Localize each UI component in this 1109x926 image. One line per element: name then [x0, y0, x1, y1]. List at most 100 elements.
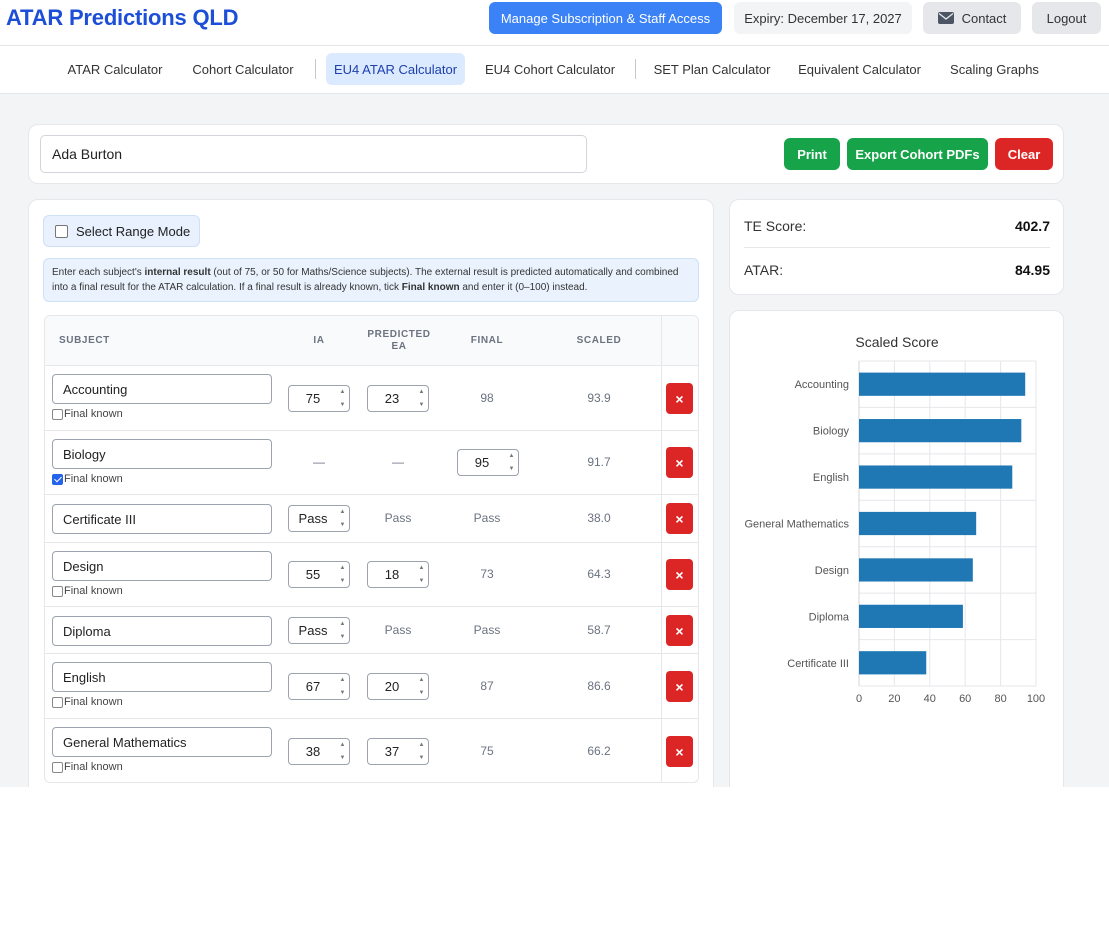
chevron-up-icon[interactable]: ▲ — [340, 388, 346, 396]
envelope-icon — [937, 12, 954, 24]
range-mode-checkbox[interactable] — [55, 224, 68, 238]
chevron-up-icon[interactable]: ▲ — [419, 741, 425, 749]
contact-button[interactable]: Contact — [923, 2, 1021, 34]
final-known-toggle[interactable]: Final known — [52, 696, 123, 708]
delete-row-button[interactable]: × — [666, 503, 693, 534]
subject-input[interactable]: Biology — [52, 439, 272, 469]
student-name-input[interactable]: Ada Burton — [40, 135, 587, 173]
tab-cohort-calculator[interactable]: Cohort Calculator — [181, 53, 305, 85]
range-mode-toggle[interactable]: Select Range Mode — [43, 215, 200, 247]
tab-equivalent-calculator[interactable]: Equivalent Calculator — [788, 53, 931, 85]
bar — [859, 558, 973, 582]
final-known-toggle[interactable]: Final known — [52, 585, 123, 597]
delete-row-button[interactable]: × — [666, 615, 693, 646]
subject-input[interactable]: Design — [52, 551, 272, 581]
subjects-table: SUBJECT IA PREDICTED EA FINAL SCALED Acc… — [44, 315, 699, 783]
chevron-up-icon[interactable]: ▲ — [340, 620, 346, 628]
final-value: Pass — [473, 623, 501, 637]
info-text: and enter it (0–100) instead. — [459, 282, 588, 293]
final-known-checkbox[interactable] — [52, 761, 63, 773]
chevron-down-icon[interactable]: ▼ — [340, 689, 346, 697]
predicted-ea-input[interactable]: 18 ▲ ▼ — [367, 561, 429, 588]
chevron-down-icon[interactable]: ▼ — [419, 689, 425, 697]
chevron-down-icon[interactable]: ▼ — [340, 577, 346, 585]
chevron-up-icon[interactable]: ▲ — [340, 508, 346, 516]
stepper-arrows-icon[interactable]: ▲ ▼ — [507, 452, 516, 473]
subject-input[interactable]: Accounting — [52, 374, 272, 404]
ia-input[interactable]: 75 ▲ ▼ — [288, 385, 350, 412]
chevron-up-icon[interactable]: ▲ — [509, 452, 515, 460]
ia-input-value: Pass — [298, 511, 328, 526]
predicted-ea-input[interactable]: 23 ▲ ▼ — [367, 385, 429, 412]
predicted-ea-input[interactable]: 37 ▲ ▼ — [367, 738, 429, 765]
chevron-up-icon[interactable]: ▲ — [419, 564, 425, 572]
ia-input[interactable]: 38 ▲ ▼ — [288, 738, 350, 765]
chevron-up-icon[interactable]: ▲ — [340, 564, 346, 572]
print-button[interactable]: Print — [784, 138, 840, 170]
ia-input[interactable]: Pass ▲ ▼ — [288, 617, 350, 644]
final-known-checkbox[interactable] — [52, 473, 63, 485]
final-known-checkbox[interactable] — [52, 696, 63, 708]
final-known-checkbox[interactable] — [52, 585, 63, 597]
delete-row-button[interactable]: × — [666, 559, 693, 590]
stepper-arrows-icon[interactable]: ▲ ▼ — [338, 620, 347, 641]
stepper-arrows-icon[interactable]: ▲ ▼ — [417, 564, 426, 585]
final-known-label: Final known — [64, 408, 123, 420]
stepper-arrows-icon[interactable]: ▲ ▼ — [417, 741, 426, 762]
stepper-arrows-icon[interactable]: ▲ ▼ — [338, 388, 347, 409]
delete-row-button[interactable]: × — [666, 671, 693, 702]
tab-eu4-cohort-calculator[interactable]: EU4 Cohort Calculator — [476, 53, 624, 85]
stepper-arrows-icon[interactable]: ▲ ▼ — [338, 741, 347, 762]
export-cohort-pdfs-button[interactable]: Export Cohort PDFs — [847, 138, 988, 170]
final-input[interactable]: 95 ▲ ▼ — [457, 449, 519, 476]
subject-input[interactable]: Certificate III — [52, 504, 272, 534]
bar — [859, 604, 963, 628]
delete-row-button[interactable]: × — [666, 447, 693, 478]
ia-input[interactable]: Pass ▲ ▼ — [288, 505, 350, 532]
manage-subscription-button[interactable]: Manage Subscription & Staff Access — [489, 2, 722, 34]
ia-input-value: 38 — [305, 744, 321, 759]
final-known-checkbox[interactable] — [52, 408, 63, 420]
stepper-arrows-icon[interactable]: ▲ ▼ — [417, 676, 426, 697]
chevron-up-icon[interactable]: ▲ — [419, 388, 425, 396]
tab-eu4-atar-calculator[interactable]: EU4 ATAR Calculator — [326, 53, 465, 85]
chevron-up-icon[interactable]: ▲ — [419, 676, 425, 684]
chart-title: Scaled Score — [855, 334, 939, 350]
chevron-up-icon[interactable]: ▲ — [340, 741, 346, 749]
subject-input[interactable]: English — [52, 662, 272, 692]
ia-input-value: Pass — [298, 623, 328, 638]
logout-button[interactable]: Logout — [1032, 2, 1101, 34]
stepper-arrows-icon[interactable]: ▲ ▼ — [338, 564, 347, 585]
close-icon: × — [675, 678, 684, 695]
subject-input[interactable]: Diploma — [52, 616, 272, 646]
final-known-toggle[interactable]: Final known — [52, 473, 123, 485]
chevron-down-icon[interactable]: ▼ — [419, 401, 425, 409]
chevron-down-icon[interactable]: ▼ — [340, 401, 346, 409]
atar-value: 84.95 — [1014, 262, 1050, 278]
chevron-down-icon[interactable]: ▼ — [340, 754, 346, 762]
ia-input[interactable]: 67 ▲ ▼ — [288, 673, 350, 700]
delete-row-button[interactable]: × — [666, 736, 693, 767]
tab-set-plan-calculator[interactable]: SET Plan Calculator — [646, 53, 778, 85]
stepper-arrows-icon[interactable]: ▲ ▼ — [417, 388, 426, 409]
tab-scaling-graphs[interactable]: Scaling Graphs — [941, 53, 1048, 85]
table-row: General Mathematics Final known 38 ▲ ▼ 37 ▲ ▼ 75… — [45, 719, 698, 782]
stepper-arrows-icon[interactable]: ▲ ▼ — [338, 676, 347, 697]
chevron-up-icon[interactable]: ▲ — [340, 676, 346, 684]
ia-input[interactable]: 55 ▲ ▼ — [288, 561, 350, 588]
predicted-ea-value: — — [392, 455, 404, 469]
chevron-down-icon[interactable]: ▼ — [509, 465, 515, 473]
chevron-down-icon[interactable]: ▼ — [340, 521, 346, 529]
clear-button[interactable]: Clear — [995, 138, 1053, 170]
chevron-down-icon[interactable]: ▼ — [419, 754, 425, 762]
tab-atar-calculator[interactable]: ATAR Calculator — [56, 53, 174, 85]
final-known-toggle[interactable]: Final known — [52, 761, 123, 773]
final-known-toggle[interactable]: Final known — [52, 408, 123, 420]
predicted-ea-input[interactable]: 20 ▲ ▼ — [367, 673, 429, 700]
col-scaled: SCALED — [576, 335, 622, 346]
subject-input[interactable]: General Mathematics — [52, 727, 272, 757]
chevron-down-icon[interactable]: ▼ — [419, 577, 425, 585]
stepper-arrows-icon[interactable]: ▲ ▼ — [338, 508, 347, 529]
chevron-down-icon[interactable]: ▼ — [340, 633, 346, 641]
delete-row-button[interactable]: × — [666, 383, 693, 414]
